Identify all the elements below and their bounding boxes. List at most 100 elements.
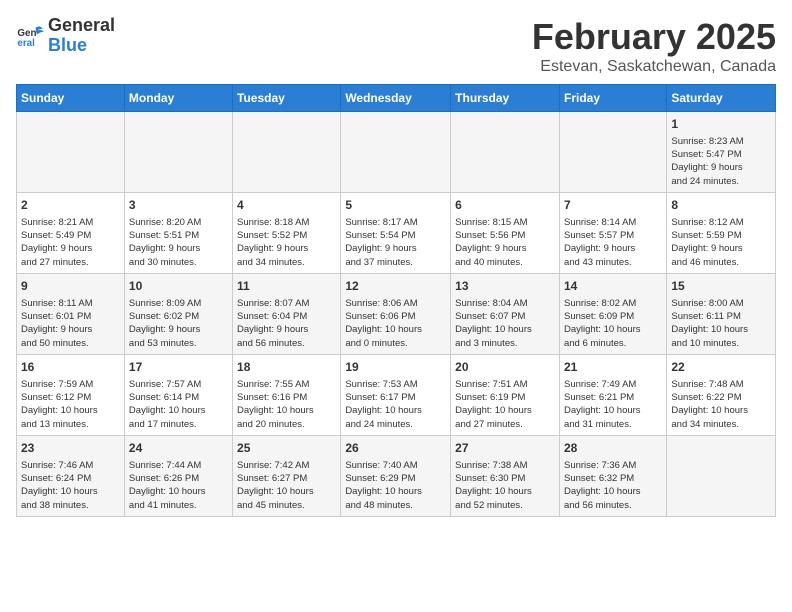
day-number: 28 (564, 440, 662, 457)
day-info: Sunrise: 8:09 AM Sunset: 6:02 PM Dayligh… (129, 297, 228, 350)
day-number: 5 (345, 197, 446, 214)
day-number: 1 (671, 116, 771, 133)
week-row-1: 1 Sunrise: 8:23 AM Sunset: 5:47 PM Daylig… (17, 112, 776, 193)
calendar-cell: 3 Sunrise: 8:20 AM Sunset: 5:51 PM Daylig… (124, 192, 232, 273)
day-info: Sunrise: 7:44 AM Sunset: 6:26 PM Dayligh… (129, 459, 228, 512)
day-number: 16 (21, 359, 120, 376)
calendar-cell: 12 Sunrise: 8:06 AM Sunset: 6:06 PM Dayli… (341, 273, 451, 354)
day-number: 7 (564, 197, 662, 214)
day-info: Sunrise: 8:00 AM Sunset: 6:11 PM Dayligh… (671, 297, 771, 350)
calendar-cell (341, 112, 451, 193)
day-number: 12 (345, 278, 446, 295)
day-info: Sunrise: 8:12 AM Sunset: 5:59 PM Dayligh… (671, 216, 771, 269)
day-info: Sunrise: 8:07 AM Sunset: 6:04 PM Dayligh… (237, 297, 336, 350)
calendar-cell: 13 Sunrise: 8:04 AM Sunset: 6:07 PM Dayli… (451, 273, 560, 354)
calendar-cell (124, 112, 232, 193)
calendar-cell: 11Sunrise: 8:07 AM Sunset: 6:04 PM Dayli… (233, 273, 341, 354)
day-number: 14 (564, 278, 662, 295)
calendar-cell (559, 112, 666, 193)
day-info: Sunrise: 8:21 AM Sunset: 5:49 PM Dayligh… (21, 216, 120, 269)
day-number: 17 (129, 359, 228, 376)
calendar-cell: 24 Sunrise: 7:44 AM Sunset: 6:26 PM Dayli… (124, 435, 232, 516)
weekday-header-tuesday: Tuesday (233, 85, 341, 112)
day-number: 20 (455, 359, 555, 376)
day-info: Sunrise: 7:42 AM Sunset: 6:27 PM Dayligh… (237, 459, 336, 512)
weekday-header-sunday: Sunday (17, 85, 125, 112)
weekday-header-saturday: Saturday (667, 85, 776, 112)
week-row-2: 2 Sunrise: 8:21 AM Sunset: 5:49 PM Daylig… (17, 192, 776, 273)
day-info: Sunrise: 7:53 AM Sunset: 6:17 PM Dayligh… (345, 378, 446, 431)
day-number: 3 (129, 197, 228, 214)
day-number: 25 (237, 440, 336, 457)
day-info: Sunrise: 8:14 AM Sunset: 5:57 PM Dayligh… (564, 216, 662, 269)
day-info: Sunrise: 7:36 AM Sunset: 6:32 PM Dayligh… (564, 459, 662, 512)
day-info: Sunrise: 7:57 AM Sunset: 6:14 PM Dayligh… (129, 378, 228, 431)
logo-general: General (48, 16, 115, 36)
day-info: Sunrise: 7:38 AM Sunset: 6:30 PM Dayligh… (455, 459, 555, 512)
day-info: Sunrise: 8:23 AM Sunset: 5:47 PM Dayligh… (671, 135, 771, 188)
calendar-cell: 8 Sunrise: 8:12 AM Sunset: 5:59 PM Daylig… (667, 192, 776, 273)
title-area: February 2025 Estevan, Saskatchewan, Can… (532, 16, 776, 76)
calendar-cell (17, 112, 125, 193)
day-number: 9 (21, 278, 120, 295)
calendar-cell: 10 Sunrise: 8:09 AM Sunset: 6:02 PM Dayli… (124, 273, 232, 354)
calendar-table: SundayMondayTuesdayWednesdayThursdayFrid… (16, 84, 776, 517)
day-number: 13 (455, 278, 555, 295)
day-number: 4 (237, 197, 336, 214)
calendar-cell: 16 Sunrise: 7:59 AM Sunset: 6:12 PM Dayli… (17, 354, 125, 435)
calendar-cell: 14 Sunrise: 8:02 AM Sunset: 6:09 PM Dayli… (559, 273, 666, 354)
calendar-cell: 28 Sunrise: 7:36 AM Sunset: 6:32 PM Dayli… (559, 435, 666, 516)
calendar-cell (233, 112, 341, 193)
week-row-4: 16 Sunrise: 7:59 AM Sunset: 6:12 PM Dayli… (17, 354, 776, 435)
day-info: Sunrise: 8:17 AM Sunset: 5:54 PM Dayligh… (345, 216, 446, 269)
day-number: 23 (21, 440, 120, 457)
day-number: 27 (455, 440, 555, 457)
calendar-cell: 20 Sunrise: 7:51 AM Sunset: 6:19 PM Dayli… (451, 354, 560, 435)
day-info: Sunrise: 7:48 AM Sunset: 6:22 PM Dayligh… (671, 378, 771, 431)
svg-text:eral: eral (17, 38, 35, 49)
day-number: 26 (345, 440, 446, 457)
day-number: 2 (21, 197, 120, 214)
calendar-cell: 27 Sunrise: 7:38 AM Sunset: 6:30 PM Dayli… (451, 435, 560, 516)
header: Gen eral General Blue February 2025 Este… (16, 16, 776, 76)
calendar-cell: 7 Sunrise: 8:14 AM Sunset: 5:57 PM Daylig… (559, 192, 666, 273)
day-number: 8 (671, 197, 771, 214)
weekday-header-monday: Monday (124, 85, 232, 112)
calendar-cell: 2 Sunrise: 8:21 AM Sunset: 5:49 PM Daylig… (17, 192, 125, 273)
day-info: Sunrise: 8:06 AM Sunset: 6:06 PM Dayligh… (345, 297, 446, 350)
week-row-5: 23Sunrise: 7:46 AM Sunset: 6:24 PM Dayli… (17, 435, 776, 516)
calendar-cell: 25 Sunrise: 7:42 AM Sunset: 6:27 PM Dayli… (233, 435, 341, 516)
day-info: Sunrise: 7:51 AM Sunset: 6:19 PM Dayligh… (455, 378, 555, 431)
day-info: Sunrise: 8:11 AM Sunset: 6:01 PM Dayligh… (21, 297, 120, 350)
calendar-cell: 6 Sunrise: 8:15 AM Sunset: 5:56 PM Daylig… (451, 192, 560, 273)
day-number: 22 (671, 359, 771, 376)
day-info: Sunrise: 8:20 AM Sunset: 5:51 PM Dayligh… (129, 216, 228, 269)
calendar-cell (667, 435, 776, 516)
logo-blue: Blue (48, 36, 115, 56)
calendar-cell: 9 Sunrise: 8:11 AM Sunset: 6:01 PM Daylig… (17, 273, 125, 354)
calendar-cell: 19Sunrise: 7:53 AM Sunset: 6:17 PM Dayli… (341, 354, 451, 435)
logo: Gen eral General Blue (16, 16, 115, 56)
day-number: 15 (671, 278, 771, 295)
weekday-header-friday: Friday (559, 85, 666, 112)
calendar-subtitle: Estevan, Saskatchewan, Canada (532, 58, 776, 76)
day-info: Sunrise: 7:55 AM Sunset: 6:16 PM Dayligh… (237, 378, 336, 431)
calendar-cell: 17 Sunrise: 7:57 AM Sunset: 6:14 PM Dayli… (124, 354, 232, 435)
week-row-3: 9 Sunrise: 8:11 AM Sunset: 6:01 PM Daylig… (17, 273, 776, 354)
calendar-title: February 2025 (532, 16, 776, 58)
day-info: Sunrise: 8:04 AM Sunset: 6:07 PM Dayligh… (455, 297, 555, 350)
day-info: Sunrise: 8:18 AM Sunset: 5:52 PM Dayligh… (237, 216, 336, 269)
weekday-header-row: SundayMondayTuesdayWednesdayThursdayFrid… (17, 85, 776, 112)
day-number: 10 (129, 278, 228, 295)
day-info: Sunrise: 7:59 AM Sunset: 6:12 PM Dayligh… (21, 378, 120, 431)
day-info: Sunrise: 8:15 AM Sunset: 5:56 PM Dayligh… (455, 216, 555, 269)
weekday-header-wednesday: Wednesday (341, 85, 451, 112)
calendar-cell: 1 Sunrise: 8:23 AM Sunset: 5:47 PM Daylig… (667, 112, 776, 193)
day-number: 6 (455, 197, 555, 214)
day-info: Sunrise: 8:02 AM Sunset: 6:09 PM Dayligh… (564, 297, 662, 350)
calendar-cell: 26Sunrise: 7:40 AM Sunset: 6:29 PM Dayli… (341, 435, 451, 516)
day-number: 21 (564, 359, 662, 376)
day-number: 18 (237, 359, 336, 376)
day-number: 24 (129, 440, 228, 457)
day-info: Sunrise: 7:49 AM Sunset: 6:21 PM Dayligh… (564, 378, 662, 431)
